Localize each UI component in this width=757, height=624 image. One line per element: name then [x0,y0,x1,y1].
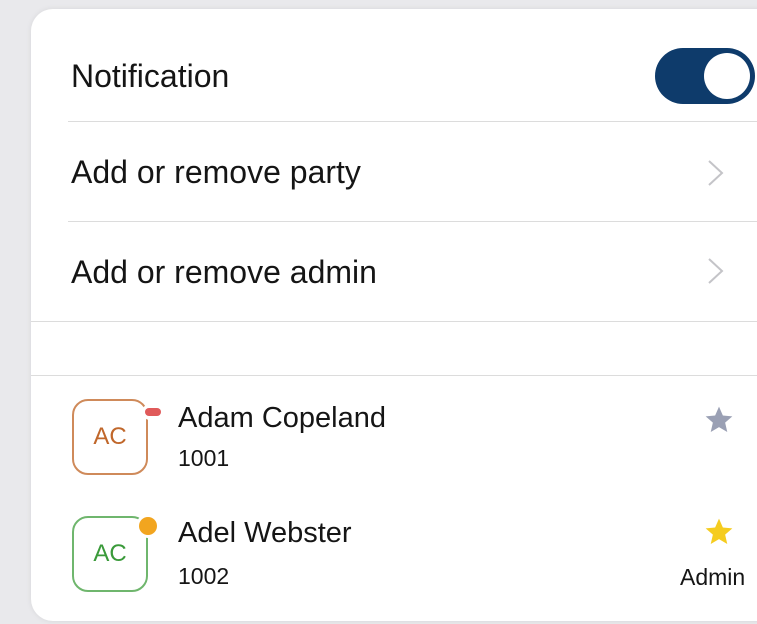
avatar-initials: AC [93,540,127,567]
member-role: Admin [680,564,746,590]
notification-row: Notification [31,18,757,118]
chevron-right-icon [708,258,724,284]
section-spacer [31,322,757,376]
member-extension: 1002 [178,563,230,589]
toggle-knob [704,53,750,99]
status-away-indicator [136,514,160,538]
member-row[interactable]: AC Adam Copeland 1001 [31,395,757,483]
avatar: AC [72,399,148,475]
add-remove-party-row[interactable]: Add or remove party [31,122,757,222]
member-name: Adam Copeland [178,402,386,434]
add-remove-party-label: Add or remove party [71,154,361,190]
star-icon[interactable] [703,404,735,436]
notification-toggle[interactable] [655,48,755,104]
member-row[interactable]: AC Adel Webster 1002 Admin [31,512,757,600]
settings-card: Notification Add or remove party Add or … [31,9,757,621]
notification-label: Notification [71,58,230,94]
member-extension: 1001 [178,445,230,471]
divider [31,375,757,376]
add-remove-admin-label: Add or remove admin [71,254,377,290]
avatar-initials: AC [93,423,127,450]
member-name: Adel Webster [178,517,352,549]
status-busy-indicator [142,404,164,420]
chevron-right-icon [708,160,724,186]
add-remove-admin-row[interactable]: Add or remove admin [31,222,757,322]
star-icon[interactable] [703,516,735,548]
